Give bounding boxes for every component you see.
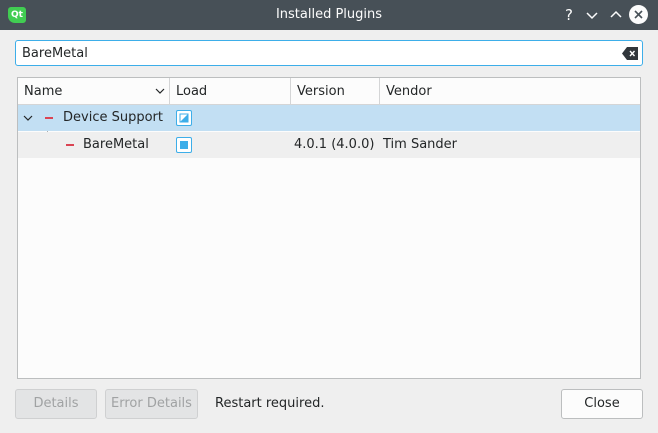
chevron-up-icon	[610, 10, 622, 18]
column-header-version[interactable]: Version	[291, 78, 380, 105]
column-header-load[interactable]: Load	[170, 78, 291, 105]
close-window-button[interactable]	[629, 5, 648, 24]
maximize-button[interactable]	[606, 5, 626, 25]
clear-text-icon[interactable]	[622, 47, 638, 60]
sort-descending-icon	[155, 88, 165, 94]
plugin-version: 4.0.1 (4.0.0)	[294, 137, 375, 152]
column-header-vendor[interactable]: Vendor	[380, 78, 640, 105]
column-header-name[interactable]: Name	[18, 78, 170, 105]
load-checkbox-partial[interactable]	[176, 110, 192, 126]
close-button[interactable]: Close	[561, 389, 643, 419]
chevron-down-icon	[586, 12, 598, 20]
plugin-tree-view[interactable]: Name Load Version Vendor Device Support …	[17, 77, 641, 379]
installed-plugins-dialog: Qt Installed Plugins ? Name Load Version	[0, 0, 658, 433]
plugin-search-field[interactable]	[15, 40, 643, 66]
minimize-button[interactable]	[582, 5, 602, 25]
tree-header: Name Load Version Vendor	[18, 78, 640, 105]
expanded-arrow-icon[interactable]	[23, 114, 33, 122]
help-button[interactable]: ?	[559, 5, 579, 25]
error-dash-icon	[66, 144, 74, 146]
load-checkbox-checked[interactable]	[176, 137, 192, 153]
plugin-name: Device Support	[63, 110, 163, 125]
checked-mark-icon	[180, 141, 188, 149]
title-bar: Qt Installed Plugins ?	[0, 0, 658, 30]
plugin-vendor: Tim Sander	[383, 137, 458, 152]
search-input[interactable]	[22, 43, 612, 63]
partial-check-icon	[179, 113, 189, 123]
error-details-button[interactable]: Error Details	[105, 389, 198, 419]
plugin-name: BareMetal	[83, 137, 149, 152]
tree-row-device-support[interactable]: Device Support	[18, 105, 640, 131]
details-button[interactable]: Details	[15, 389, 97, 419]
close-icon	[634, 10, 643, 19]
status-text: Restart required.	[215, 396, 325, 411]
error-dash-icon	[45, 117, 53, 119]
tree-row-baremetal[interactable]: BareMetal 4.0.1 (4.0.0) Tim Sander	[18, 132, 640, 158]
